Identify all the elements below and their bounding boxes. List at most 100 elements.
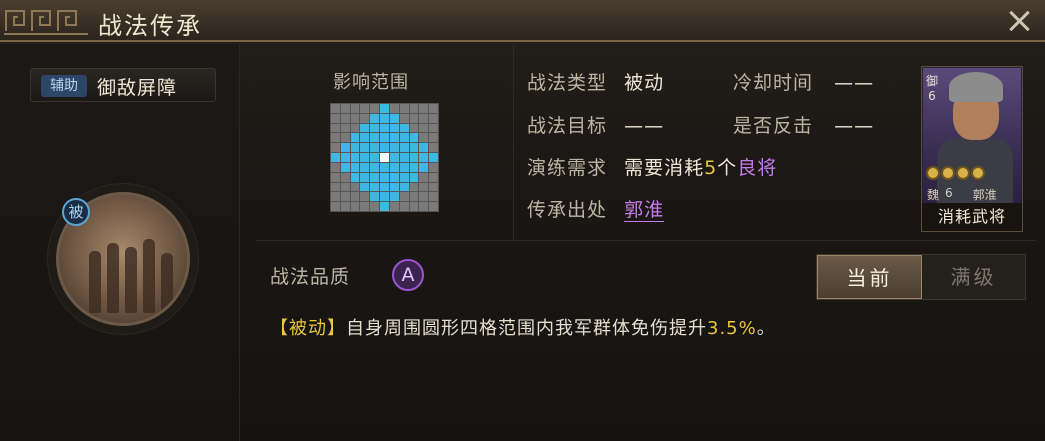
range-cell xyxy=(370,113,380,123)
range-cell xyxy=(331,182,340,192)
general-card-caption: 消耗武将 xyxy=(922,203,1022,231)
requirement-unit: 个 xyxy=(717,157,738,179)
range-cell xyxy=(419,133,429,143)
description-text: 自身周围圆形四格范围内我军群体免伤提升 xyxy=(346,318,707,339)
range-cell xyxy=(389,192,399,202)
tab-current[interactable]: 当前 xyxy=(817,255,922,299)
cooldown-row: 冷却时间 —— xyxy=(733,68,874,95)
range-cell xyxy=(340,133,350,143)
description-end: 。 xyxy=(756,318,776,339)
dialog-title: 战法传承 xyxy=(98,12,202,40)
range-cell xyxy=(340,123,350,133)
range-cell xyxy=(399,133,409,143)
cooldown-value: —— xyxy=(834,72,875,94)
range-cell xyxy=(380,182,389,192)
description-tag: 【被动】 xyxy=(270,318,346,339)
range-cell xyxy=(429,162,438,172)
range-cell xyxy=(331,162,340,172)
range-cell xyxy=(350,172,360,182)
general-name: 郭淮 xyxy=(972,188,997,202)
star-icon xyxy=(941,166,955,180)
range-cell xyxy=(340,202,350,211)
range-cell xyxy=(429,202,438,211)
range-cell xyxy=(389,143,399,153)
range-cell xyxy=(409,153,419,162)
range-cell xyxy=(429,113,438,123)
level-toggle: 当前 满级 xyxy=(816,254,1026,300)
counter-label: 是否反击 xyxy=(733,115,814,137)
range-cell xyxy=(429,153,438,162)
range-cell xyxy=(331,123,340,133)
range-cell xyxy=(409,104,419,113)
range-cell xyxy=(380,113,389,123)
range-cell xyxy=(399,202,409,211)
range-cell xyxy=(389,123,399,133)
range-cell xyxy=(429,182,438,192)
range-grid xyxy=(330,103,439,212)
range-cell xyxy=(370,172,380,182)
range-cell xyxy=(350,123,360,133)
range-cell xyxy=(360,172,370,182)
range-cell xyxy=(370,202,380,211)
range-cell xyxy=(409,202,419,211)
skill-target-value: —— xyxy=(624,115,665,137)
requirement-row: 演练需求 需要消耗5个良将 xyxy=(527,153,777,180)
range-cell xyxy=(429,172,438,182)
range-cell xyxy=(399,104,409,113)
skill-name: 御敌屏障 xyxy=(97,77,178,99)
range-cell xyxy=(350,162,360,172)
range-cell xyxy=(370,153,380,162)
range-cell xyxy=(389,172,399,182)
cooldown-label: 冷却时间 xyxy=(733,72,814,94)
range-cell xyxy=(419,153,429,162)
range-cell xyxy=(409,162,419,172)
counter-row: 是否反击 —— xyxy=(733,111,874,138)
range-cell xyxy=(340,113,350,123)
range-cell xyxy=(350,192,360,202)
range-cell xyxy=(429,104,438,113)
range-cell xyxy=(380,192,389,202)
general-card[interactable]: 御 6 魏 6 郭淮 消耗武将 xyxy=(921,66,1023,232)
range-cell xyxy=(360,182,370,192)
range-cell xyxy=(360,133,370,143)
range-cell xyxy=(409,143,419,153)
range-cell xyxy=(409,123,419,133)
source-label: 传承出处 xyxy=(527,199,608,221)
range-cell xyxy=(380,162,389,172)
range-cell xyxy=(331,143,340,153)
range-cell xyxy=(370,182,380,192)
close-icon[interactable] xyxy=(1003,5,1035,37)
star-icon xyxy=(956,166,970,180)
range-cell xyxy=(419,162,429,172)
range-cell xyxy=(380,172,389,182)
range-cell xyxy=(370,123,380,133)
header-bar: 战法传承 xyxy=(0,0,1045,42)
skill-category-tag: 辅助 xyxy=(41,75,87,97)
range-cell xyxy=(380,133,389,143)
range-cell xyxy=(380,104,389,113)
ornament-icon xyxy=(4,10,88,35)
range-cell xyxy=(350,133,360,143)
range-cell xyxy=(409,113,419,123)
range-cell xyxy=(429,133,438,143)
range-cell xyxy=(389,182,399,192)
range-cell xyxy=(360,202,370,211)
divider xyxy=(256,240,1036,241)
range-cell xyxy=(419,202,429,211)
tab-max-level[interactable]: 满级 xyxy=(922,255,1025,299)
source-general-link[interactable]: 郭淮 xyxy=(624,199,665,222)
general-stars xyxy=(926,166,985,180)
requirement-count: 5 xyxy=(704,157,718,179)
range-cell xyxy=(350,182,360,192)
range-cell xyxy=(399,162,409,172)
range-cell xyxy=(399,153,409,162)
skill-type-label: 战法类型 xyxy=(527,72,608,94)
range-cell xyxy=(340,172,350,182)
range-cell xyxy=(350,104,360,113)
range-cell xyxy=(331,192,340,202)
range-cell xyxy=(370,162,380,172)
range-cell xyxy=(389,104,399,113)
range-cell xyxy=(340,162,350,172)
range-cell xyxy=(360,123,370,133)
range-cell xyxy=(429,123,438,133)
